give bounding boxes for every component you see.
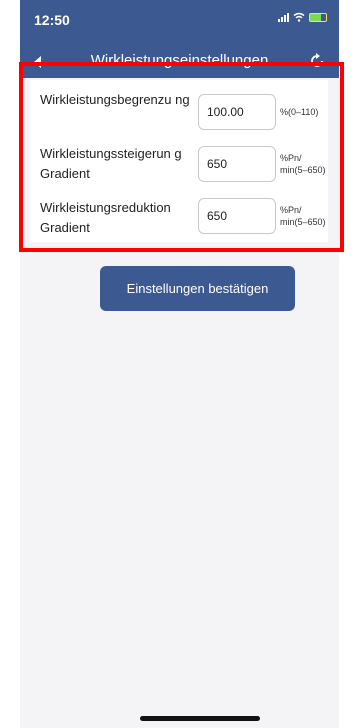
row-label: Wirkleistungsreduktion Gradient — [40, 200, 171, 235]
refresh-icon[interactable] — [309, 53, 325, 69]
row-label: Wirkleistungssteigerun g Gradient — [40, 146, 182, 181]
active-power-limit-input[interactable] — [198, 94, 276, 130]
settings-form: Wirkleistungsbegrenzu ng %(0–110) Wirkle… — [30, 80, 328, 242]
phone-screen: 12:50 Wirkleistungseinstellungen Wirklei… — [20, 0, 339, 728]
status-icons — [278, 12, 327, 22]
status-time: 12:50 — [34, 12, 70, 28]
app-header: 12:50 Wirkleistungseinstellungen — [20, 0, 339, 78]
row-unit: %Pn/ min(5–650) — [280, 153, 326, 175]
row-label: Wirkleistungsbegrenzu ng — [40, 92, 190, 107]
signal-icon — [278, 12, 289, 22]
row-increase-gradient: Wirkleistungssteigerun g Gradient %Pn/ m… — [30, 144, 328, 188]
confirm-settings-button[interactable]: Einstellungen bestätigen — [100, 266, 295, 311]
wifi-icon — [293, 12, 305, 22]
home-indicator — [140, 716, 260, 721]
increase-gradient-input[interactable] — [198, 146, 276, 182]
row-reduction-gradient: Wirkleistungsreduktion Gradient %Pn/ min… — [30, 198, 328, 242]
page-title: Wirkleistungseinstellungen — [90, 52, 269, 69]
battery-icon — [309, 12, 327, 22]
row-active-power-limit: Wirkleistungsbegrenzu ng %(0–110) — [30, 90, 328, 134]
row-unit: %Pn/ min(5–650) — [280, 205, 326, 227]
row-unit: %(0–110) — [280, 107, 319, 117]
reduction-gradient-input[interactable] — [198, 198, 276, 234]
